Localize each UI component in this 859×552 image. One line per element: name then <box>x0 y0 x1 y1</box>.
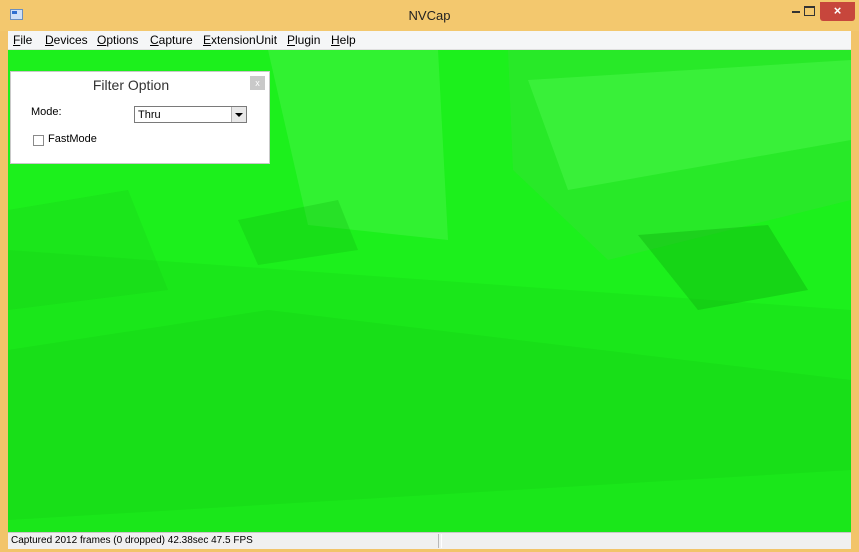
mode-select[interactable]: Thru <box>134 106 247 123</box>
fastmode-checkbox[interactable] <box>33 135 44 146</box>
menu-file[interactable]: File <box>13 33 32 47</box>
app-window: NVCap × File Devices Options Capture Ext… <box>0 0 859 552</box>
status-separator-highlight <box>441 534 442 548</box>
menu-extensionunit[interactable]: ExtensionUnit <box>203 33 277 47</box>
menu-help[interactable]: Help <box>331 33 356 47</box>
mode-label: Mode: <box>31 106 62 118</box>
maximize-button[interactable] <box>796 2 822 21</box>
menu-bar: File Devices Options Capture ExtensionUn… <box>8 31 851 50</box>
fastmode-label[interactable]: FastMode <box>48 133 97 145</box>
menu-options[interactable]: Options <box>97 33 138 47</box>
menu-capture[interactable]: Capture <box>150 33 193 47</box>
filter-option-title: Filter Option <box>92 77 170 93</box>
chevron-down-icon[interactable] <box>231 107 246 122</box>
maximize-icon <box>803 6 815 16</box>
status-bar: Captured 2012 frames (0 dropped) 42.38se… <box>8 532 851 549</box>
status-text: Captured 2012 frames (0 dropped) 42.38se… <box>11 535 253 546</box>
mode-select-value: Thru <box>138 109 161 121</box>
status-separator <box>438 534 439 548</box>
menu-devices[interactable]: Devices <box>45 33 88 47</box>
window-title: NVCap <box>408 8 451 23</box>
title-bar[interactable]: NVCap × <box>0 0 859 31</box>
filter-option-close-button[interactable]: x <box>250 76 265 90</box>
close-button[interactable]: × <box>820 2 855 21</box>
menu-plugin[interactable]: Plugin <box>287 33 320 47</box>
filter-option-panel: Filter Option x Mode: Thru FastMode <box>10 71 270 164</box>
